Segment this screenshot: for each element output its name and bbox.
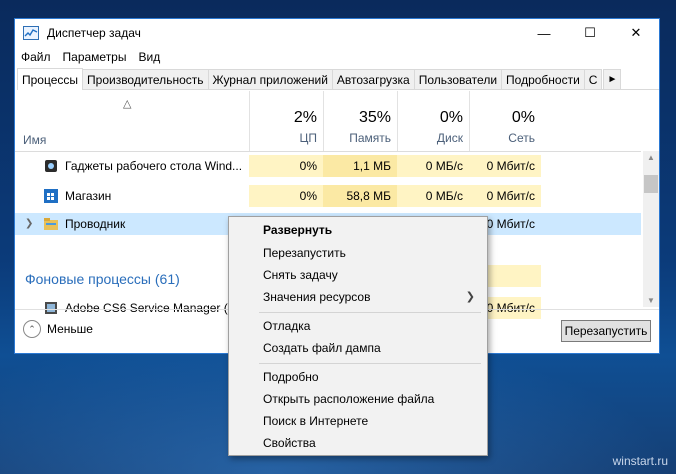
tab-performance[interactable]: Производительность: [82, 69, 209, 89]
column-network[interactable]: 0% Сеть: [469, 91, 541, 151]
network-value: 0 Мбит/с: [469, 155, 541, 177]
submenu-arrow-icon: ❯: [465, 291, 475, 303]
column-headers: △ Имя 2% ЦП 35% Память 0% Диск 0% Сеть: [15, 91, 641, 152]
tab-processes[interactable]: Процессы: [17, 68, 84, 90]
store-icon: [43, 188, 59, 204]
tab-scroll-right[interactable]: ►: [603, 69, 622, 89]
ctx-create-dump[interactable]: Создать файл дампа: [263, 337, 483, 359]
ctx-end-task[interactable]: Снять задачу: [263, 264, 483, 286]
scroll-up-icon[interactable]: ▲: [643, 153, 659, 162]
ctx-restart[interactable]: Перезапустить: [263, 242, 483, 264]
tab-startup[interactable]: Автозагрузка: [331, 69, 415, 89]
minimize-icon[interactable]: ―: [521, 19, 567, 47]
process-name: Гаджеты рабочего стола Wind...: [65, 159, 243, 173]
vertical-scrollbar[interactable]: ▲ ▼: [643, 151, 659, 307]
ctx-resource-values-label: Значения ресурсов: [263, 290, 371, 304]
disk-value: 0 МБ/с: [397, 185, 469, 207]
expand-chevron-icon[interactable]: ❯: [25, 213, 33, 235]
disk-value: 0 МБ/с: [397, 155, 469, 177]
menu-bar: Файл Параметры Вид: [15, 47, 659, 67]
watermark-text: winstart.ru: [612, 454, 668, 468]
disk-total: 0%: [439, 109, 463, 126]
cpu-total: 2%: [293, 109, 317, 126]
cpu-value: 0%: [249, 155, 323, 177]
memory-total: 35%: [358, 109, 391, 126]
menu-separator: [259, 312, 481, 313]
ctx-resource-values[interactable]: Значения ресурсов ❯: [263, 286, 483, 308]
menu-separator: [259, 363, 481, 364]
table-row[interactable]: Гаджеты рабочего стола Wind... 0% 1,1 МБ…: [15, 155, 641, 177]
tab-users[interactable]: Пользователи: [413, 69, 503, 89]
process-name: Проводник: [65, 217, 126, 231]
window-title: Диспетчер задач: [47, 26, 141, 40]
memory-label: Память: [349, 131, 391, 145]
column-name[interactable]: Имя: [23, 133, 46, 147]
scroll-down-icon[interactable]: ▼: [643, 296, 659, 305]
title-bar: Диспетчер задач ― ☐ ✕: [15, 19, 659, 47]
tab-app-history[interactable]: Журнал приложений: [207, 69, 333, 89]
network-label: Сеть: [508, 131, 535, 145]
ctx-expand[interactable]: Развернуть: [263, 219, 483, 241]
fewer-details-label: Меньше: [47, 322, 93, 336]
menu-options[interactable]: Параметры: [63, 50, 127, 64]
sort-arrow-icon: △: [123, 98, 132, 110]
ctx-debug[interactable]: Отладка: [263, 315, 483, 337]
folder-icon: [43, 216, 59, 232]
scrollbar-thumb[interactable]: [644, 175, 658, 193]
process-name: Магазин: [65, 189, 112, 203]
menu-view[interactable]: Вид: [138, 50, 160, 64]
column-cpu[interactable]: 2% ЦП: [249, 91, 323, 151]
tab-details[interactable]: Подробности: [501, 69, 585, 89]
table-row[interactable]: Магазин 0% 58,8 МБ 0 МБ/с 0 Мбит/с: [15, 185, 641, 207]
column-memory[interactable]: 35% Память: [323, 91, 397, 151]
restart-button[interactable]: Перезапустить: [561, 320, 651, 342]
cpu-value: 0%: [249, 185, 323, 207]
tab-services[interactable]: С: [583, 69, 603, 89]
memory-value: 58,8 МБ: [323, 185, 397, 207]
network-value: 0 Мбит/с: [469, 185, 541, 207]
tab-strip: Процессы Производительность Журнал прило…: [17, 67, 659, 90]
menu-file[interactable]: Файл: [21, 50, 51, 64]
network-total: 0%: [511, 109, 535, 126]
ctx-open-location[interactable]: Открыть расположение файла: [263, 388, 483, 410]
task-manager-icon: [23, 26, 39, 40]
fewer-details-button[interactable]: ⌃ Меньше: [23, 320, 93, 338]
chevron-up-icon: ⌃: [23, 320, 41, 338]
cpu-label: ЦП: [299, 131, 317, 145]
memory-value: 1,1 МБ: [323, 155, 397, 177]
gadgets-icon: [43, 158, 59, 174]
ctx-details[interactable]: Подробно: [263, 366, 483, 388]
ctx-search-web[interactable]: Поиск в Интернете: [263, 410, 483, 432]
disk-label: Диск: [436, 131, 463, 145]
ctx-properties[interactable]: Свойства: [263, 432, 483, 454]
close-icon[interactable]: ✕: [613, 19, 659, 47]
background-processes-group[interactable]: Фоновые процессы (61): [25, 271, 180, 287]
maximize-icon[interactable]: ☐: [567, 19, 613, 47]
column-disk[interactable]: 0% Диск: [397, 91, 469, 151]
context-menu: Развернуть Перезапустить Снять задачу Зн…: [228, 216, 488, 456]
